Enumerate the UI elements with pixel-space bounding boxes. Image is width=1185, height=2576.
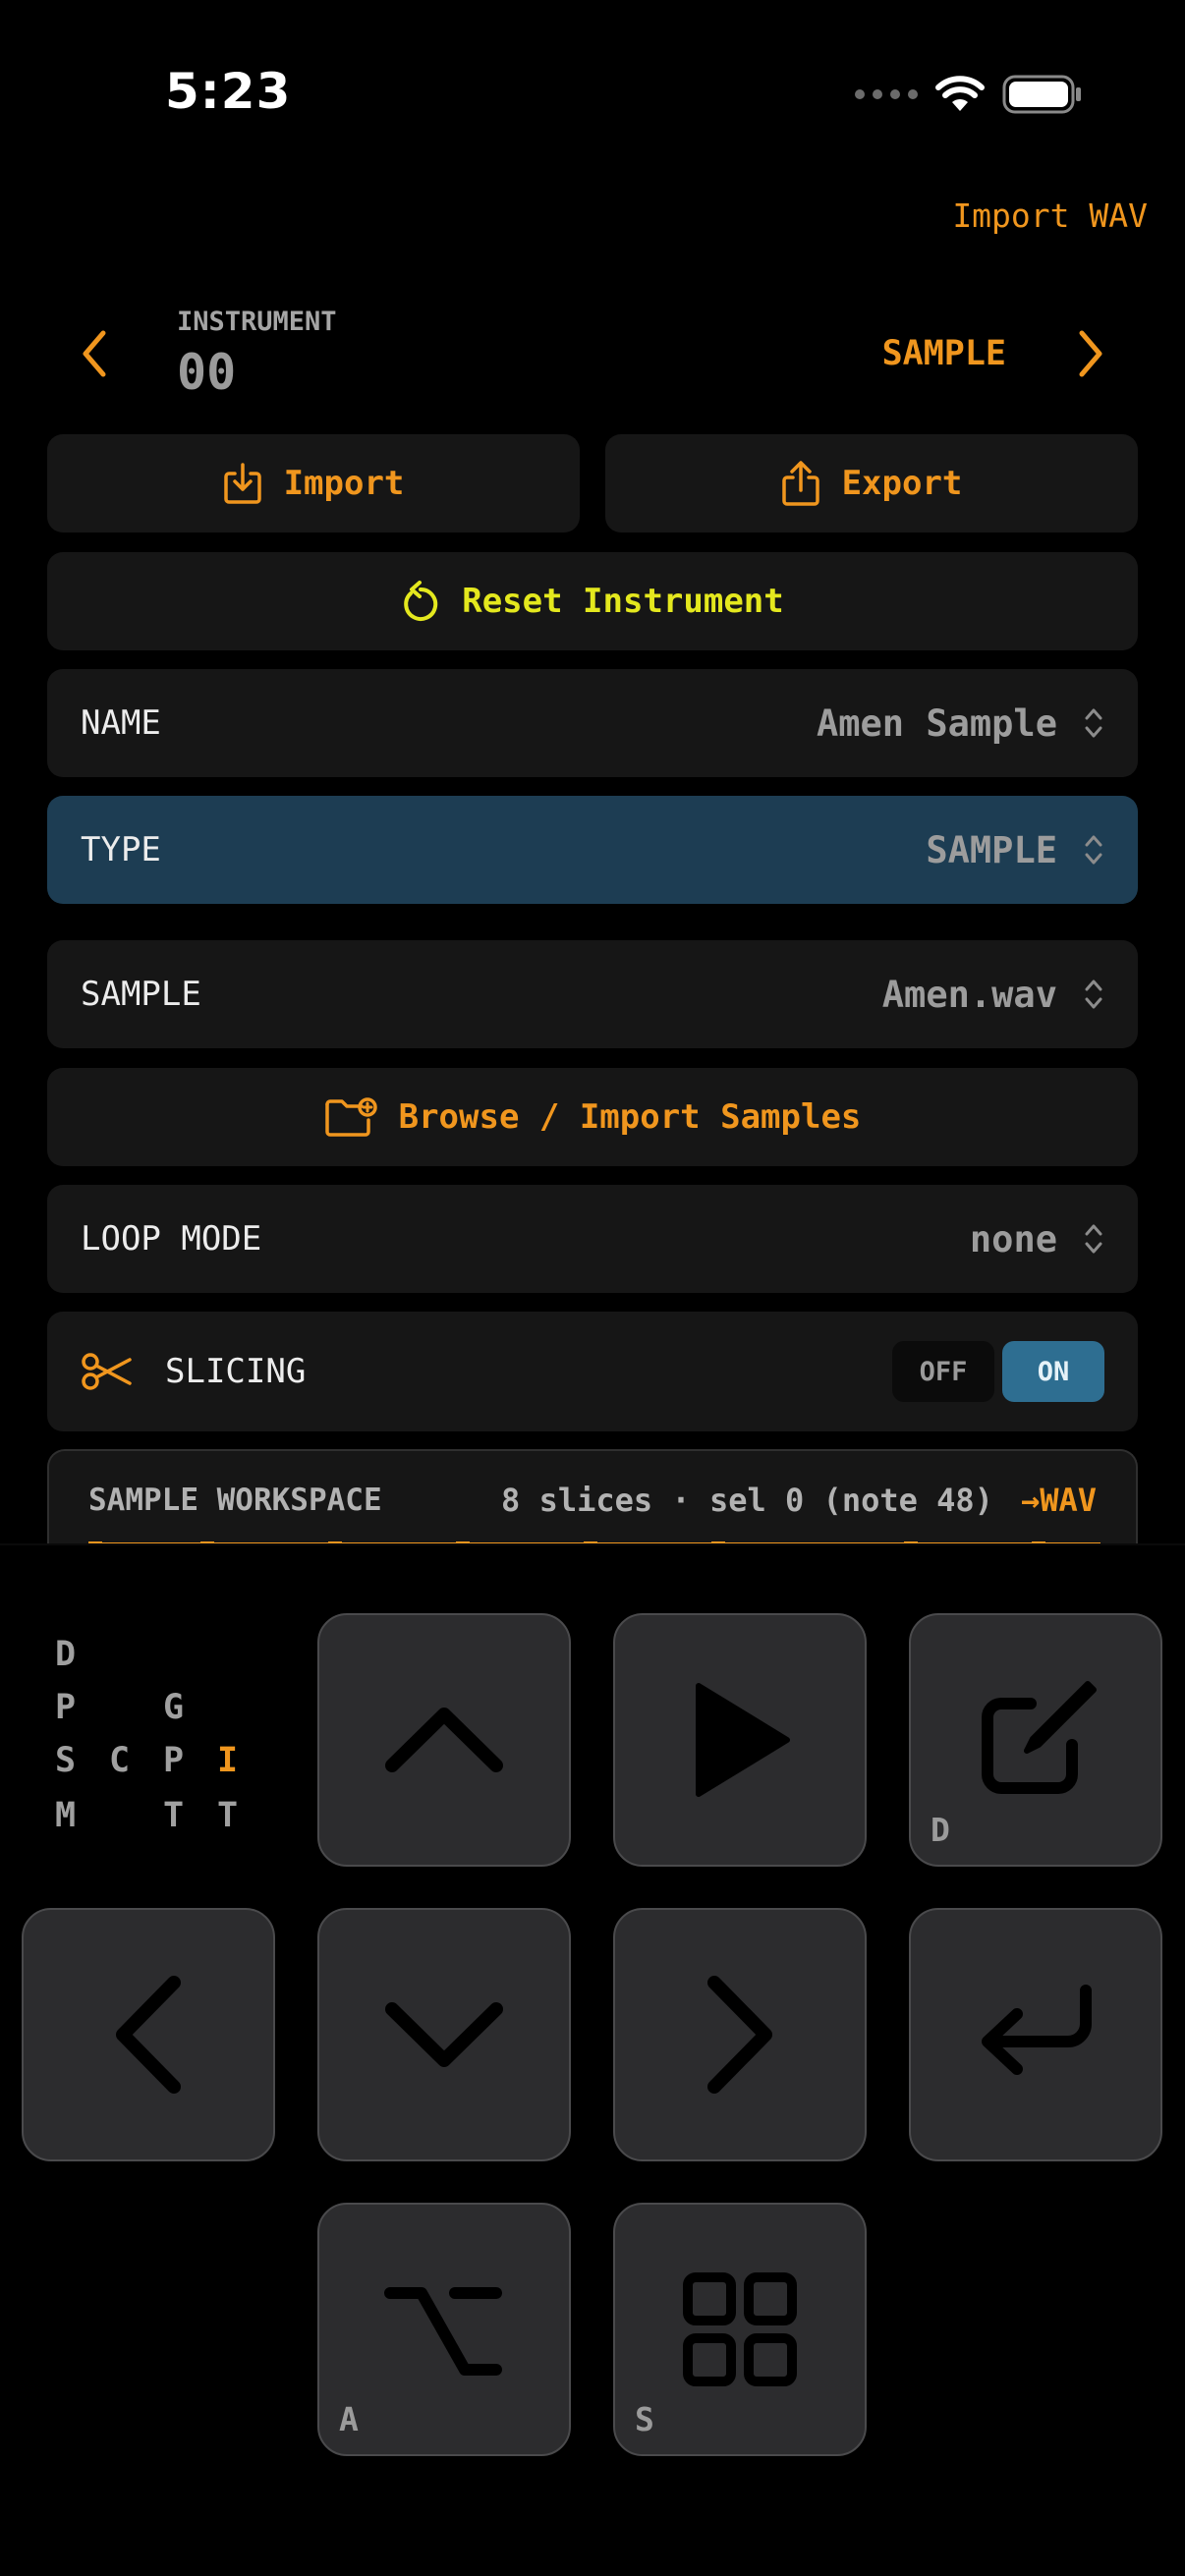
prev-instrument-button[interactable] [65,324,124,383]
cellular-signal-icon [855,89,918,99]
edit-key[interactable]: D [909,1613,1162,1867]
up-down-chevron-icon [1085,1224,1102,1254]
import-wav-link[interactable]: Import WAV [952,196,1148,235]
instrument-label: INSTRUMENT [177,307,337,337]
grid-key[interactable]: S [613,2203,867,2456]
browse-label: Browse / Import Samples [398,1097,862,1137]
type-value: SAMPLE [926,828,1057,871]
chevron-right-icon [1079,330,1102,377]
folder-add-icon [324,1097,377,1137]
up-key[interactable] [317,1613,571,1867]
mode-t2[interactable]: T [217,1796,238,1835]
mode-d[interactable]: D [55,1635,76,1674]
header-instrument-type: SAMPLE [881,334,1006,373]
up-down-chevron-icon [1085,835,1102,865]
mode-c[interactable]: C [109,1741,130,1780]
grid-key-hint: S [635,2400,654,2438]
battery-icon [1002,75,1081,114]
up-down-chevron-icon [1085,980,1102,1009]
edit-key-hint: D [931,1811,950,1849]
mode-i[interactable]: I [217,1741,238,1780]
option-key-hint: A [339,2400,359,2438]
workspace-title: SAMPLE WORKSPACE [88,1483,382,1518]
sample-workspace: SAMPLE WORKSPACE 8 slices · sel 0 (note … [47,1449,1138,1543]
panel-divider [0,1543,1185,1545]
play-icon [696,1683,790,1797]
status-indicators [855,75,1083,114]
down-key[interactable] [317,1908,571,2161]
mode-p2[interactable]: P [163,1741,184,1780]
wifi-icon [935,76,985,111]
chevron-left-icon [116,1976,181,2094]
import-tray-icon [223,463,261,504]
mode-m[interactable]: M [55,1796,76,1835]
up-down-chevron-icon [1085,708,1102,738]
reset-instrument-button[interactable]: Reset Instrument [47,552,1138,650]
share-icon [781,461,819,506]
reset-arrow-icon [404,581,438,621]
workspace-wav-link[interactable]: →WAV [1021,1482,1097,1519]
mode-s[interactable]: S [55,1741,76,1780]
mode-g[interactable]: G [163,1688,184,1727]
import-button[interactable]: Import [47,434,580,532]
enter-key[interactable] [909,1908,1162,2161]
right-key[interactable] [613,1908,867,2161]
slicing-on-button[interactable]: ON [1002,1341,1104,1402]
mode-p[interactable]: P [55,1688,76,1727]
import-label: Import [283,464,405,503]
name-value: Amen Sample [816,701,1057,745]
slicing-off-button[interactable]: OFF [892,1341,994,1402]
option-key[interactable]: A [317,2203,571,2456]
loop-mode-value: none [969,1217,1057,1260]
chevron-down-icon [385,2002,503,2067]
play-key[interactable] [613,1613,867,1867]
grid-icon [683,2272,797,2386]
workspace-info: 8 slices · sel 0 (note 48) [501,1482,993,1519]
reset-label: Reset Instrument [462,582,784,621]
option-icon [384,2287,502,2376]
instrument-number: 00 [177,344,237,401]
edit-square-icon [982,1681,1097,1794]
loop-mode-field[interactable]: LOOP MODE none [47,1185,1138,1293]
slicing-label: SLICING [165,1352,307,1391]
sample-field[interactable]: SAMPLE Amen.wav [47,940,1138,1048]
browse-import-samples-button[interactable]: Browse / Import Samples [47,1068,1138,1166]
name-label: NAME [81,703,161,743]
slicing-toggle: OFF ON [892,1341,1104,1402]
mode-t[interactable]: T [163,1796,184,1835]
sample-value: Amen.wav [881,973,1057,1016]
loop-mode-label: LOOP MODE [81,1219,262,1259]
left-key[interactable] [22,1908,275,2161]
status-time: 5:23 [165,63,292,120]
return-arrow-icon [982,1985,1092,2075]
sample-label: SAMPLE [81,975,201,1014]
slicing-row: SLICING OFF ON [47,1312,1138,1431]
scissors-icon [82,1353,132,1390]
next-instrument-button[interactable] [1061,324,1120,383]
export-button[interactable]: Export [605,434,1138,532]
type-label: TYPE [81,830,161,869]
chevron-right-icon [707,1976,772,2094]
name-field[interactable]: NAME Amen Sample [47,669,1138,777]
type-field[interactable]: TYPE SAMPLE [47,796,1138,904]
chevron-up-icon [385,1708,503,1772]
export-label: Export [841,464,963,503]
chevron-left-icon [83,330,106,377]
